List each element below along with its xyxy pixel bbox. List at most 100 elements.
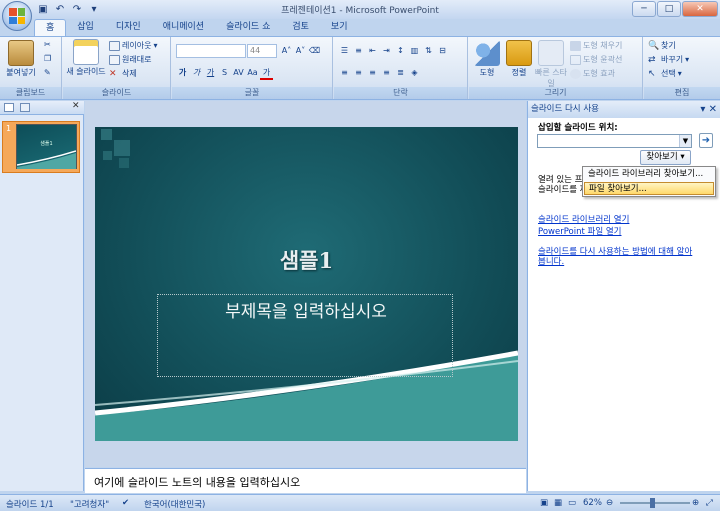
text-direction-icon[interactable]: ⇅ [422,44,435,58]
open-slide-library-link[interactable]: 슬라이드 라이브러리 열기 [538,213,629,225]
cut-icon[interactable]: ✂ [44,40,51,49]
tab-review[interactable]: 검토 [281,19,320,36]
case-icon[interactable]: Aa [246,66,259,80]
align-text-icon[interactable]: ⊟ [436,44,449,58]
replace-button[interactable]: ⇄ 바꾸기 ▾ [648,54,689,65]
slide-sorter-icon[interactable]: ▦ [554,498,562,508]
customize-qat-icon[interactable]: ▾ [87,3,101,17]
numbering-icon[interactable]: ≡ [352,44,365,58]
slides-tab-icon[interactable] [4,103,14,112]
reuse-help-link[interactable]: 슬라이드를 다시 사용하는 방법에 대해 알아봅니다. [538,247,698,267]
underline-icon[interactable]: 가 [204,66,217,80]
line-spacing-icon[interactable]: ↕ [394,44,407,58]
redo-icon[interactable]: ↷ [70,3,84,17]
language-status[interactable]: 한국어(대한민국) [144,498,205,510]
font-group-label: 글꼴 [172,87,332,99]
shape-fill-button[interactable]: 도형 채우기 [570,40,622,51]
clear-format-icon[interactable]: ⌫ [308,44,321,58]
list-buttons: ☰ ≡ ⇤ ⇥ ↕ ▥ ⇅ ⊟ [338,44,449,58]
close-pane-icon[interactable]: ✕ [72,101,80,111]
open-powerpoint-file-link[interactable]: PowerPoint 파일 열기 [538,225,622,237]
decrease-indent-icon[interactable]: ⇤ [366,44,379,58]
delete-button[interactable]: ✕ 삭제 [109,68,137,79]
office-button[interactable] [2,1,32,31]
tab-slideshow[interactable]: 슬라이드 쇼 [215,19,281,36]
zoom-slider[interactable] [620,502,690,504]
zoom-in-icon[interactable]: ⊕ [692,498,699,508]
copy-icon[interactable]: ❐ [44,54,51,63]
align-left-icon[interactable]: ≡ [338,66,351,80]
shapes-label: 도형 [479,68,495,77]
shapes-button[interactable]: 도형 [472,40,502,78]
browse-file-item[interactable]: 파일 찾아보기... [584,182,714,195]
slide-title[interactable]: 샘플1 [95,245,518,275]
paste-icon [8,40,34,66]
layout-button[interactable]: 레이아웃 ▾ [109,40,157,51]
align-center-icon[interactable]: ≡ [352,66,365,80]
tab-insert[interactable]: 삽입 [66,19,105,36]
ribbon-tabs: 홈 삽입 디자인 애니메이션 슬라이드 쇼 검토 보기 [34,19,358,36]
select-button[interactable]: ↖ 선택 ▾ [648,68,682,79]
shrink-font-icon[interactable]: A˅ [294,44,307,58]
outline-tab-icon[interactable] [20,103,30,112]
shape-outline-button[interactable]: 도형 윤곽선 [570,54,622,65]
slide-thumbnail[interactable]: 샘플1 [16,124,77,169]
grow-font-icon[interactable]: A˄ [280,44,293,58]
fit-window-icon[interactable]: ⤢ [706,498,713,508]
columns-icon[interactable]: ▥ [408,44,421,58]
tab-home[interactable]: 홈 [34,19,67,36]
align-right-icon[interactable]: ≡ [366,66,379,80]
zoom-slider-thumb[interactable] [650,498,655,508]
justify-icon[interactable]: ≡ [380,66,393,80]
shape-effect-button[interactable]: 도형 효과 [570,68,615,79]
browse-label: 찾아보기 [646,152,678,162]
font-size-buttons: A˄ A˅ ⌫ [280,44,321,58]
select-label: 선택 [661,69,676,78]
delete-label: 삭제 [122,69,137,78]
shape-effect-label: 도형 효과 [583,69,615,78]
find-button[interactable]: 🔍 찾기 [648,40,676,51]
arrange-button[interactable]: 정렬 [504,40,534,78]
notes-pane[interactable]: 여기에 슬라이드 노트의 내용을 입력하십시오 [85,468,526,493]
quick-styles-button[interactable]: 빠른 스타일 [535,40,567,89]
save-icon[interactable]: ▣ [36,3,50,17]
undo-icon[interactable]: ↶ [53,3,67,17]
insert-location-combo[interactable]: ▼ [537,134,692,148]
new-slide-button[interactable]: 새 슬라이드 [65,39,107,77]
zoom-out-icon[interactable]: ⊖ [606,498,613,508]
paste-button[interactable]: 붙여넣기 [4,40,38,78]
browse-slide-library-item[interactable]: 슬라이드 라이브러리 찾아보기... [584,168,714,181]
task-pane-close-icon[interactable]: ▾ ✕ [700,101,717,118]
close-button[interactable]: ✕ [682,1,718,17]
bold-icon[interactable]: 가 [176,66,189,80]
strikethrough-icon[interactable]: S [218,66,231,80]
chevron-down-icon[interactable]: ▼ [679,135,691,147]
maximize-button[interactable]: □ [657,1,681,17]
font-color-icon[interactable]: 가 [260,66,273,80]
zoom-level[interactable]: 62% [583,498,602,508]
spacing-icon[interactable]: AV [232,66,245,80]
align-buttons: ≡ ≡ ≡ ≡ ≣ ◈ [338,66,421,80]
go-arrow-icon[interactable]: ➜ [699,133,713,148]
normal-view-icon[interactable]: ▣ [540,498,548,508]
tab-design[interactable]: 디자인 [105,19,152,36]
window-controls: ─ □ ✕ [632,1,718,17]
reset-button[interactable]: 원래대로 [109,54,151,65]
tab-animation[interactable]: 애니메이션 [152,19,215,36]
minimize-button[interactable]: ─ [632,1,656,17]
tab-view[interactable]: 보기 [320,19,359,36]
italic-icon[interactable]: 가 [190,66,203,80]
subtitle-placeholder[interactable]: 부제목을 입력하십시오 [157,294,453,377]
slideshow-view-icon[interactable]: ▭ [568,498,576,508]
format-painter-icon[interactable]: ✎ [44,68,51,77]
increase-indent-icon[interactable]: ⇥ [380,44,393,58]
spellcheck-icon[interactable]: ✔ [122,498,129,508]
slide-canvas[interactable]: 샘플1 부제목을 입력하십시오 [95,127,518,441]
font-name-combo[interactable] [176,44,246,58]
browse-button[interactable]: 찾아보기 ▾ [640,150,691,165]
font-size-combo[interactable]: 44 [247,44,277,58]
bullets-icon[interactable]: ☰ [338,44,351,58]
smartart-icon[interactable]: ◈ [408,66,421,80]
replace-label: 바꾸기 [661,55,684,64]
distribute-icon[interactable]: ≣ [394,66,407,80]
